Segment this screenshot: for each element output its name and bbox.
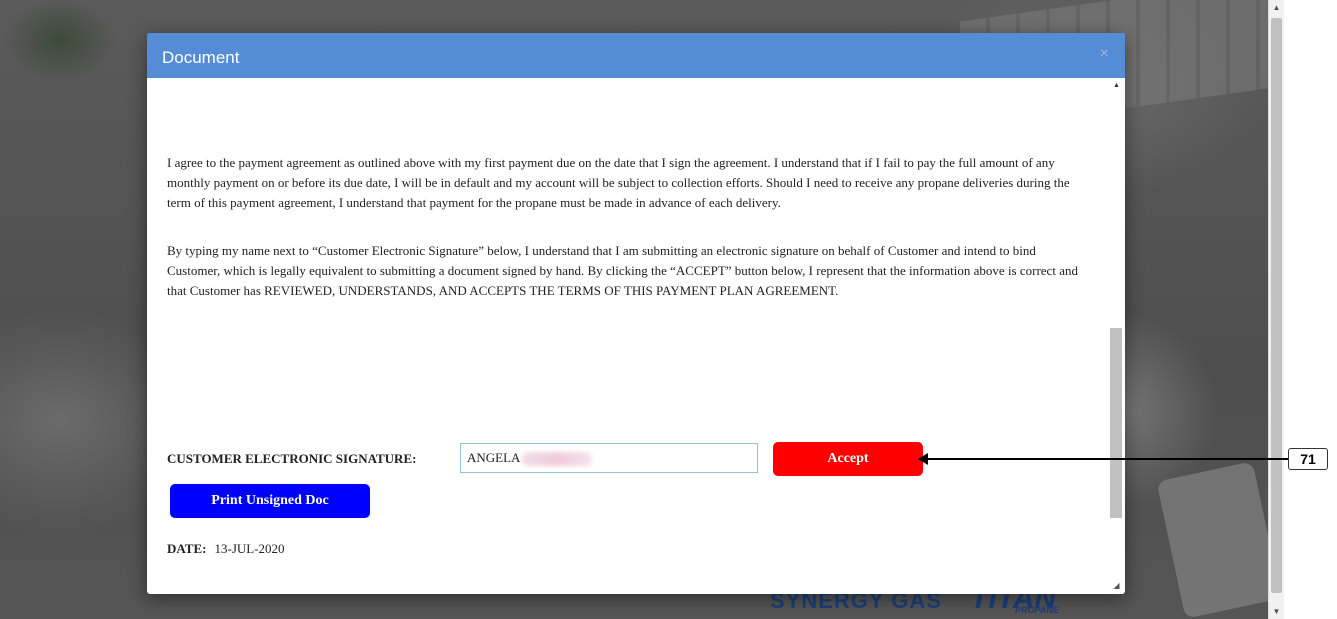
modal-body: I agree to the payment agreement as outl… <box>147 78 1125 594</box>
page-scrollbar[interactable]: ▲ ▼ <box>1268 0 1284 619</box>
signature-input-value: ANGELA <box>467 450 521 465</box>
accept-button[interactable]: Accept <box>773 442 923 476</box>
print-unsigned-doc-button[interactable]: Print Unsigned Doc <box>170 484 370 518</box>
signature-input[interactable]: ANGELA <box>460 443 758 473</box>
redacted-surname <box>522 452 593 467</box>
scroll-down-arrow-icon[interactable]: ▼ <box>1269 604 1284 619</box>
date-value: 13-JUL-2020 <box>214 541 285 556</box>
date-label: DATE: <box>167 541 207 556</box>
document-modal: Document × I agree to the payment agreem… <box>147 33 1125 594</box>
scroll-up-arrow-icon[interactable]: ▲ <box>1269 0 1284 15</box>
scroll-up-arrow-icon[interactable]: ▲ <box>1109 80 1124 92</box>
annotation-line <box>923 458 1288 460</box>
payment-agreement-paragraph: I agree to the payment agreement as outl… <box>167 155 1070 210</box>
modal-header: Document × <box>147 33 1125 78</box>
signature-label: CUSTOMER ELECTRONIC SIGNATURE: <box>167 451 417 466</box>
titan-logo-sub: PROPANE <box>1015 605 1059 615</box>
close-icon[interactable]: × <box>1100 45 1109 63</box>
page-scroll-thumb[interactable] <box>1271 18 1282 593</box>
signature-terms-paragraph: By typing my name next to “Customer Elec… <box>167 243 1078 298</box>
modal-title: Document <box>162 48 240 67</box>
document-content: I agree to the payment agreement as outl… <box>167 78 1097 594</box>
annotation-badge: 71 <box>1288 448 1328 470</box>
date-row: DATE: 13-JUL-2020 <box>167 541 285 557</box>
resize-grip-icon[interactable]: ◢ <box>1111 581 1122 591</box>
annotation-arrow-icon <box>918 453 928 465</box>
plant-decoration <box>0 0 140 110</box>
modal-scroll-thumb[interactable] <box>1110 328 1122 518</box>
phone-decoration <box>1156 461 1282 619</box>
modal-scrollbar[interactable]: ▲ ◢ <box>1109 78 1124 594</box>
